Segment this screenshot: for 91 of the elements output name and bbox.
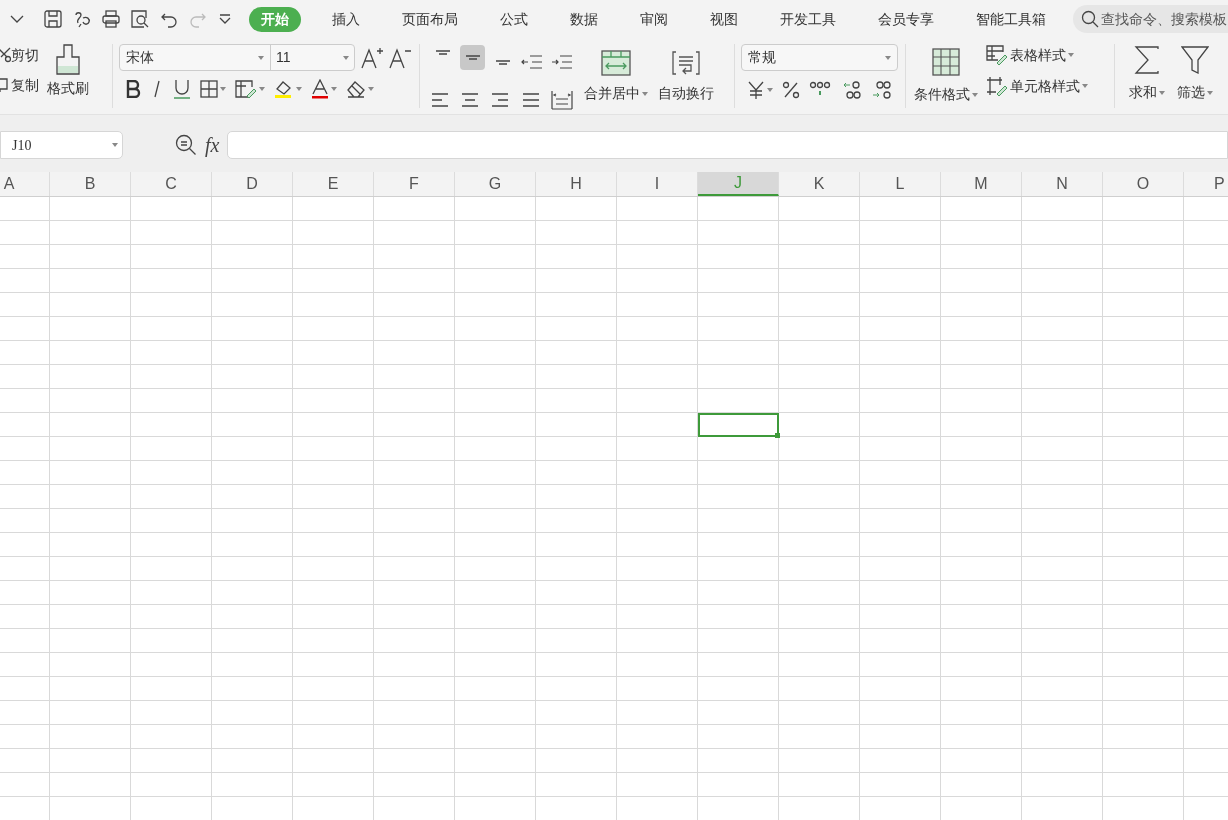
caret-icon[interactable] [331,87,337,91]
caret-icon[interactable] [1207,90,1213,95]
align-right-icon[interactable] [490,91,511,109]
caret-icon[interactable] [296,87,302,91]
border-icon[interactable] [200,80,218,98]
cell-style-icon[interactable] [986,76,1008,96]
menu-tab[interactable]: 智能工具箱 [964,6,1058,32]
save-icon[interactable] [44,10,62,28]
brush-icon[interactable] [54,44,82,76]
column-header[interactable]: C [131,172,212,196]
decrease-font-icon[interactable] [389,46,411,69]
formula-input[interactable] [227,131,1228,159]
increase-font-icon[interactable] [361,46,383,69]
align-center-icon[interactable] [460,91,481,109]
cut-button[interactable]: 剪切 [0,44,39,66]
vertical-align-icon [465,55,480,60]
column-header[interactable]: P [1184,172,1228,196]
column-header[interactable]: O [1103,172,1184,196]
caret-icon[interactable] [767,88,773,92]
search-field[interactable]: 查找命令、搜索模板 [1073,5,1228,33]
column-header[interactable]: D [212,172,293,196]
print-icon[interactable] [102,10,120,28]
menu-tab[interactable]: 审阅 [628,6,680,32]
table-style-icon[interactable] [986,45,1008,65]
percent-icon[interactable] [782,81,800,99]
wrap-text-icon[interactable] [671,49,701,77]
cell-format-icon[interactable] [235,80,257,98]
column-header[interactable]: E [293,172,374,196]
merge-cells-icon[interactable] [601,49,631,77]
function-label[interactable]: fx [205,130,220,160]
table-style-button[interactable]: 表格样式 [986,44,1088,66]
caret-icon[interactable] [885,55,891,60]
print-preview-icon[interactable] [131,10,149,28]
fill-color-icon[interactable] [274,79,294,99]
menu-tab[interactable]: 公式 [488,6,540,32]
zoom-icon[interactable] [175,134,197,156]
vertical-align-icon [435,50,450,55]
conditional-format-icon[interactable] [932,48,960,76]
merge-center-button[interactable]: 合并居中 [584,45,648,114]
align-left-icon[interactable] [430,91,450,109]
bold-icon[interactable] [125,80,141,98]
dropdown-icon[interactable] [218,13,232,25]
menu-tab[interactable]: 会员专享 [866,6,946,32]
column-header[interactable]: L [860,172,941,196]
column-header[interactable]: A [0,172,50,196]
vertical-align-icon [495,60,510,65]
funnel-icon[interactable] [1181,46,1209,74]
sum-button[interactable]: 求和 [1129,46,1165,114]
scissors-icon[interactable] [0,47,11,63]
filter-button[interactable]: 筛选 [1177,46,1213,114]
copy-icon[interactable] [0,77,11,93]
caret-icon[interactable] [642,91,648,96]
distributed-icon[interactable] [550,90,573,110]
column-header[interactable]: K [779,172,860,196]
copy-button[interactable]: 复制 [0,74,39,96]
underline-icon[interactable] [173,79,191,99]
fill-handle[interactable] [775,433,780,438]
vertical-align-button[interactable] [460,45,486,70]
menu-tab[interactable]: 数据 [558,6,610,32]
menu-tab[interactable]: 开发工具 [768,6,848,32]
caret-icon[interactable] [1159,90,1165,95]
column-header[interactable]: N [1022,172,1103,196]
menu-tab[interactable]: 插入 [320,6,372,32]
chevron-down-icon[interactable] [10,15,24,23]
caret-icon[interactable] [368,87,374,91]
menu-tab[interactable]: 视图 [698,6,750,32]
column-header[interactable]: H [536,172,617,196]
wrap-text-button[interactable]: 自动换行 [658,45,714,114]
caret-icon[interactable] [1068,53,1074,57]
column-header[interactable]: F [374,172,455,196]
currency-icon[interactable] [747,81,765,99]
caret-icon[interactable] [1082,84,1088,88]
number-format-select[interactable]: 常规 [741,44,898,71]
column-header[interactable]: M [941,172,1022,196]
decrease-decimal-icon[interactable] [871,79,893,101]
search-icon[interactable] [1081,10,1099,28]
sigma-icon[interactable] [1134,46,1160,74]
cell-style-button[interactable]: 单元格样式 [986,75,1088,97]
caret-icon[interactable] [972,92,978,97]
caret-icon[interactable] [220,87,226,91]
column-header[interactable]: G [455,172,536,196]
column-header[interactable]: B [50,172,131,196]
caret-icon[interactable] [259,87,265,91]
caret-icon[interactable] [112,143,118,147]
justify-icon[interactable] [520,91,541,109]
name-box[interactable]: J10 [0,131,123,159]
conditional-format-button[interactable]: 条件格式 [914,44,978,114]
font-color-icon[interactable] [311,79,329,99]
format-painter-button[interactable]: 格式刷 [47,44,89,114]
menu-tab[interactable]: 页面布局 [390,6,470,32]
eraser-icon[interactable] [346,80,366,98]
